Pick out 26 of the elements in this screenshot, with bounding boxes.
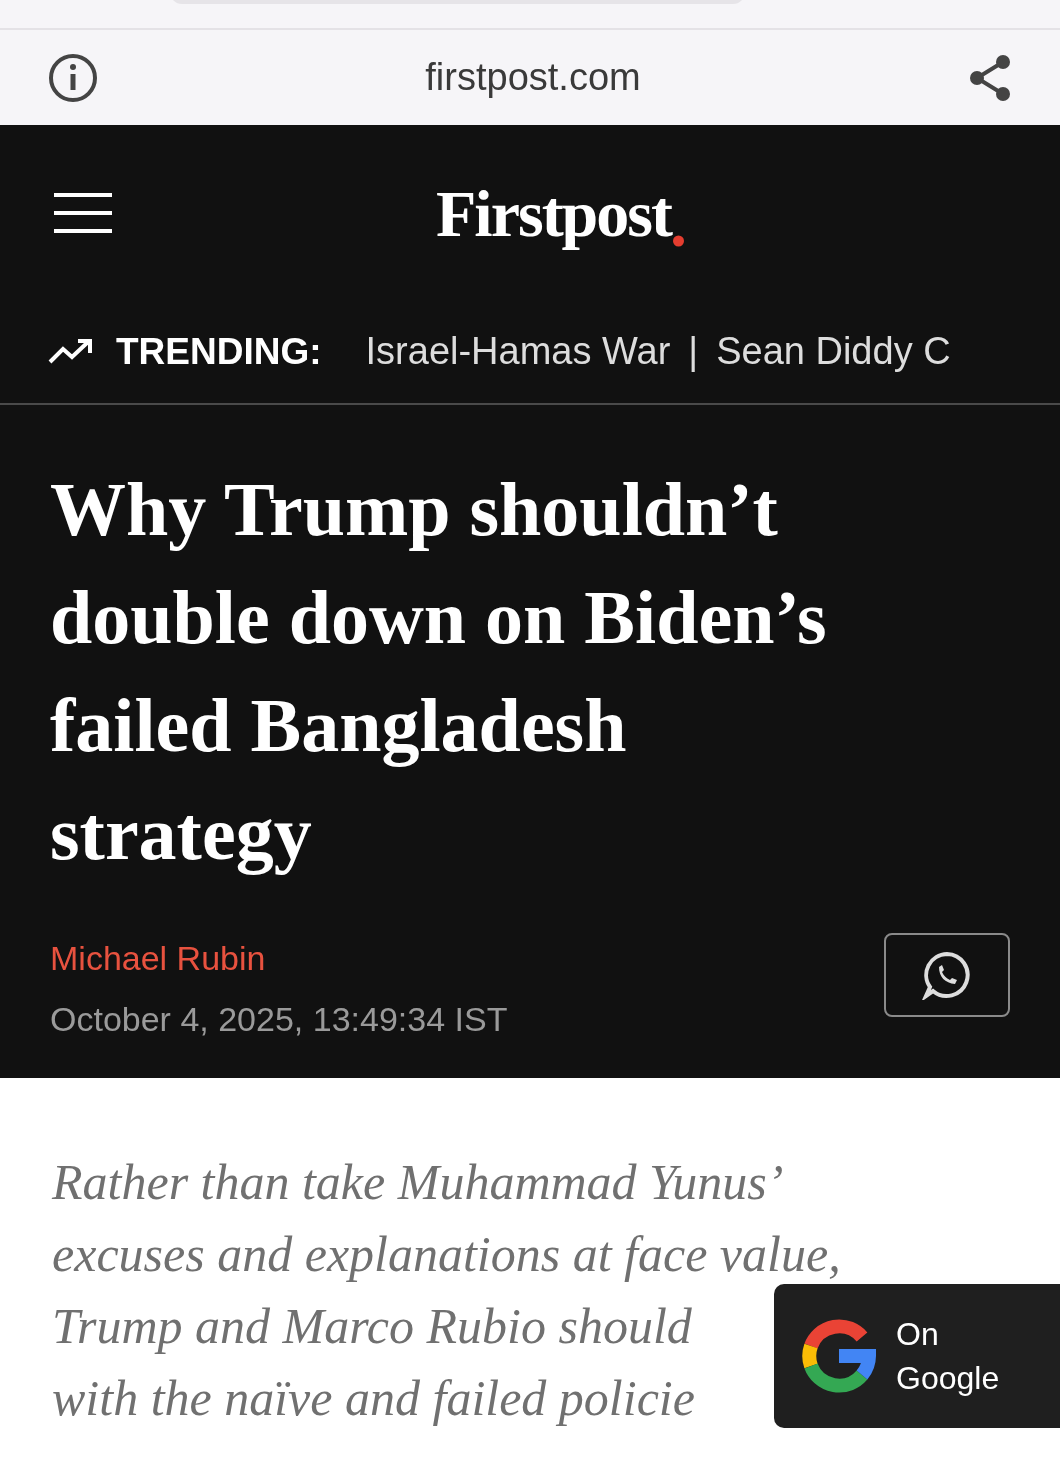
headline-line: failed Bangladesh xyxy=(50,683,627,767)
publish-date: October 4, 2025, 13:49:34 IST xyxy=(50,999,508,1040)
headline-line: Why Trump shouldn’t xyxy=(50,467,778,551)
summary-line: excuses and explanations at face value, xyxy=(52,1226,841,1282)
info-icon[interactable] xyxy=(48,52,98,103)
trending-label: TRENDING: xyxy=(116,329,322,374)
trending-link[interactable]: Sean Diddy C xyxy=(716,323,951,380)
separator: | xyxy=(688,329,699,374)
author-link[interactable]: Michael Rubin xyxy=(50,933,508,984)
trending-link[interactable]: Israel-Hamas War xyxy=(365,323,671,380)
summary-line: Trump and Marco Rubio should xyxy=(52,1298,692,1354)
logo-dot-icon xyxy=(673,235,684,246)
summary-line: with the naïve and failed policie xyxy=(52,1370,695,1426)
headline-line: double down on Biden’s xyxy=(50,575,827,659)
summary-line: Rather than take Muhammad Yunus’ xyxy=(52,1154,784,1210)
google-logo-icon xyxy=(802,1319,876,1393)
whatsapp-icon xyxy=(922,950,972,1000)
google-badge[interactable]: On Google xyxy=(774,1284,1060,1428)
share-icon[interactable] xyxy=(968,53,1012,102)
whatsapp-share-button[interactable] xyxy=(884,933,1010,1017)
trending-icon xyxy=(48,337,94,366)
url-text[interactable]: firstpost.com xyxy=(425,49,641,106)
google-badge-text: On Google xyxy=(896,1315,1000,1398)
headline-line: strategy xyxy=(50,791,312,875)
site-logo[interactable]: Firstpost xyxy=(436,163,671,262)
menu-icon[interactable] xyxy=(52,190,114,235)
